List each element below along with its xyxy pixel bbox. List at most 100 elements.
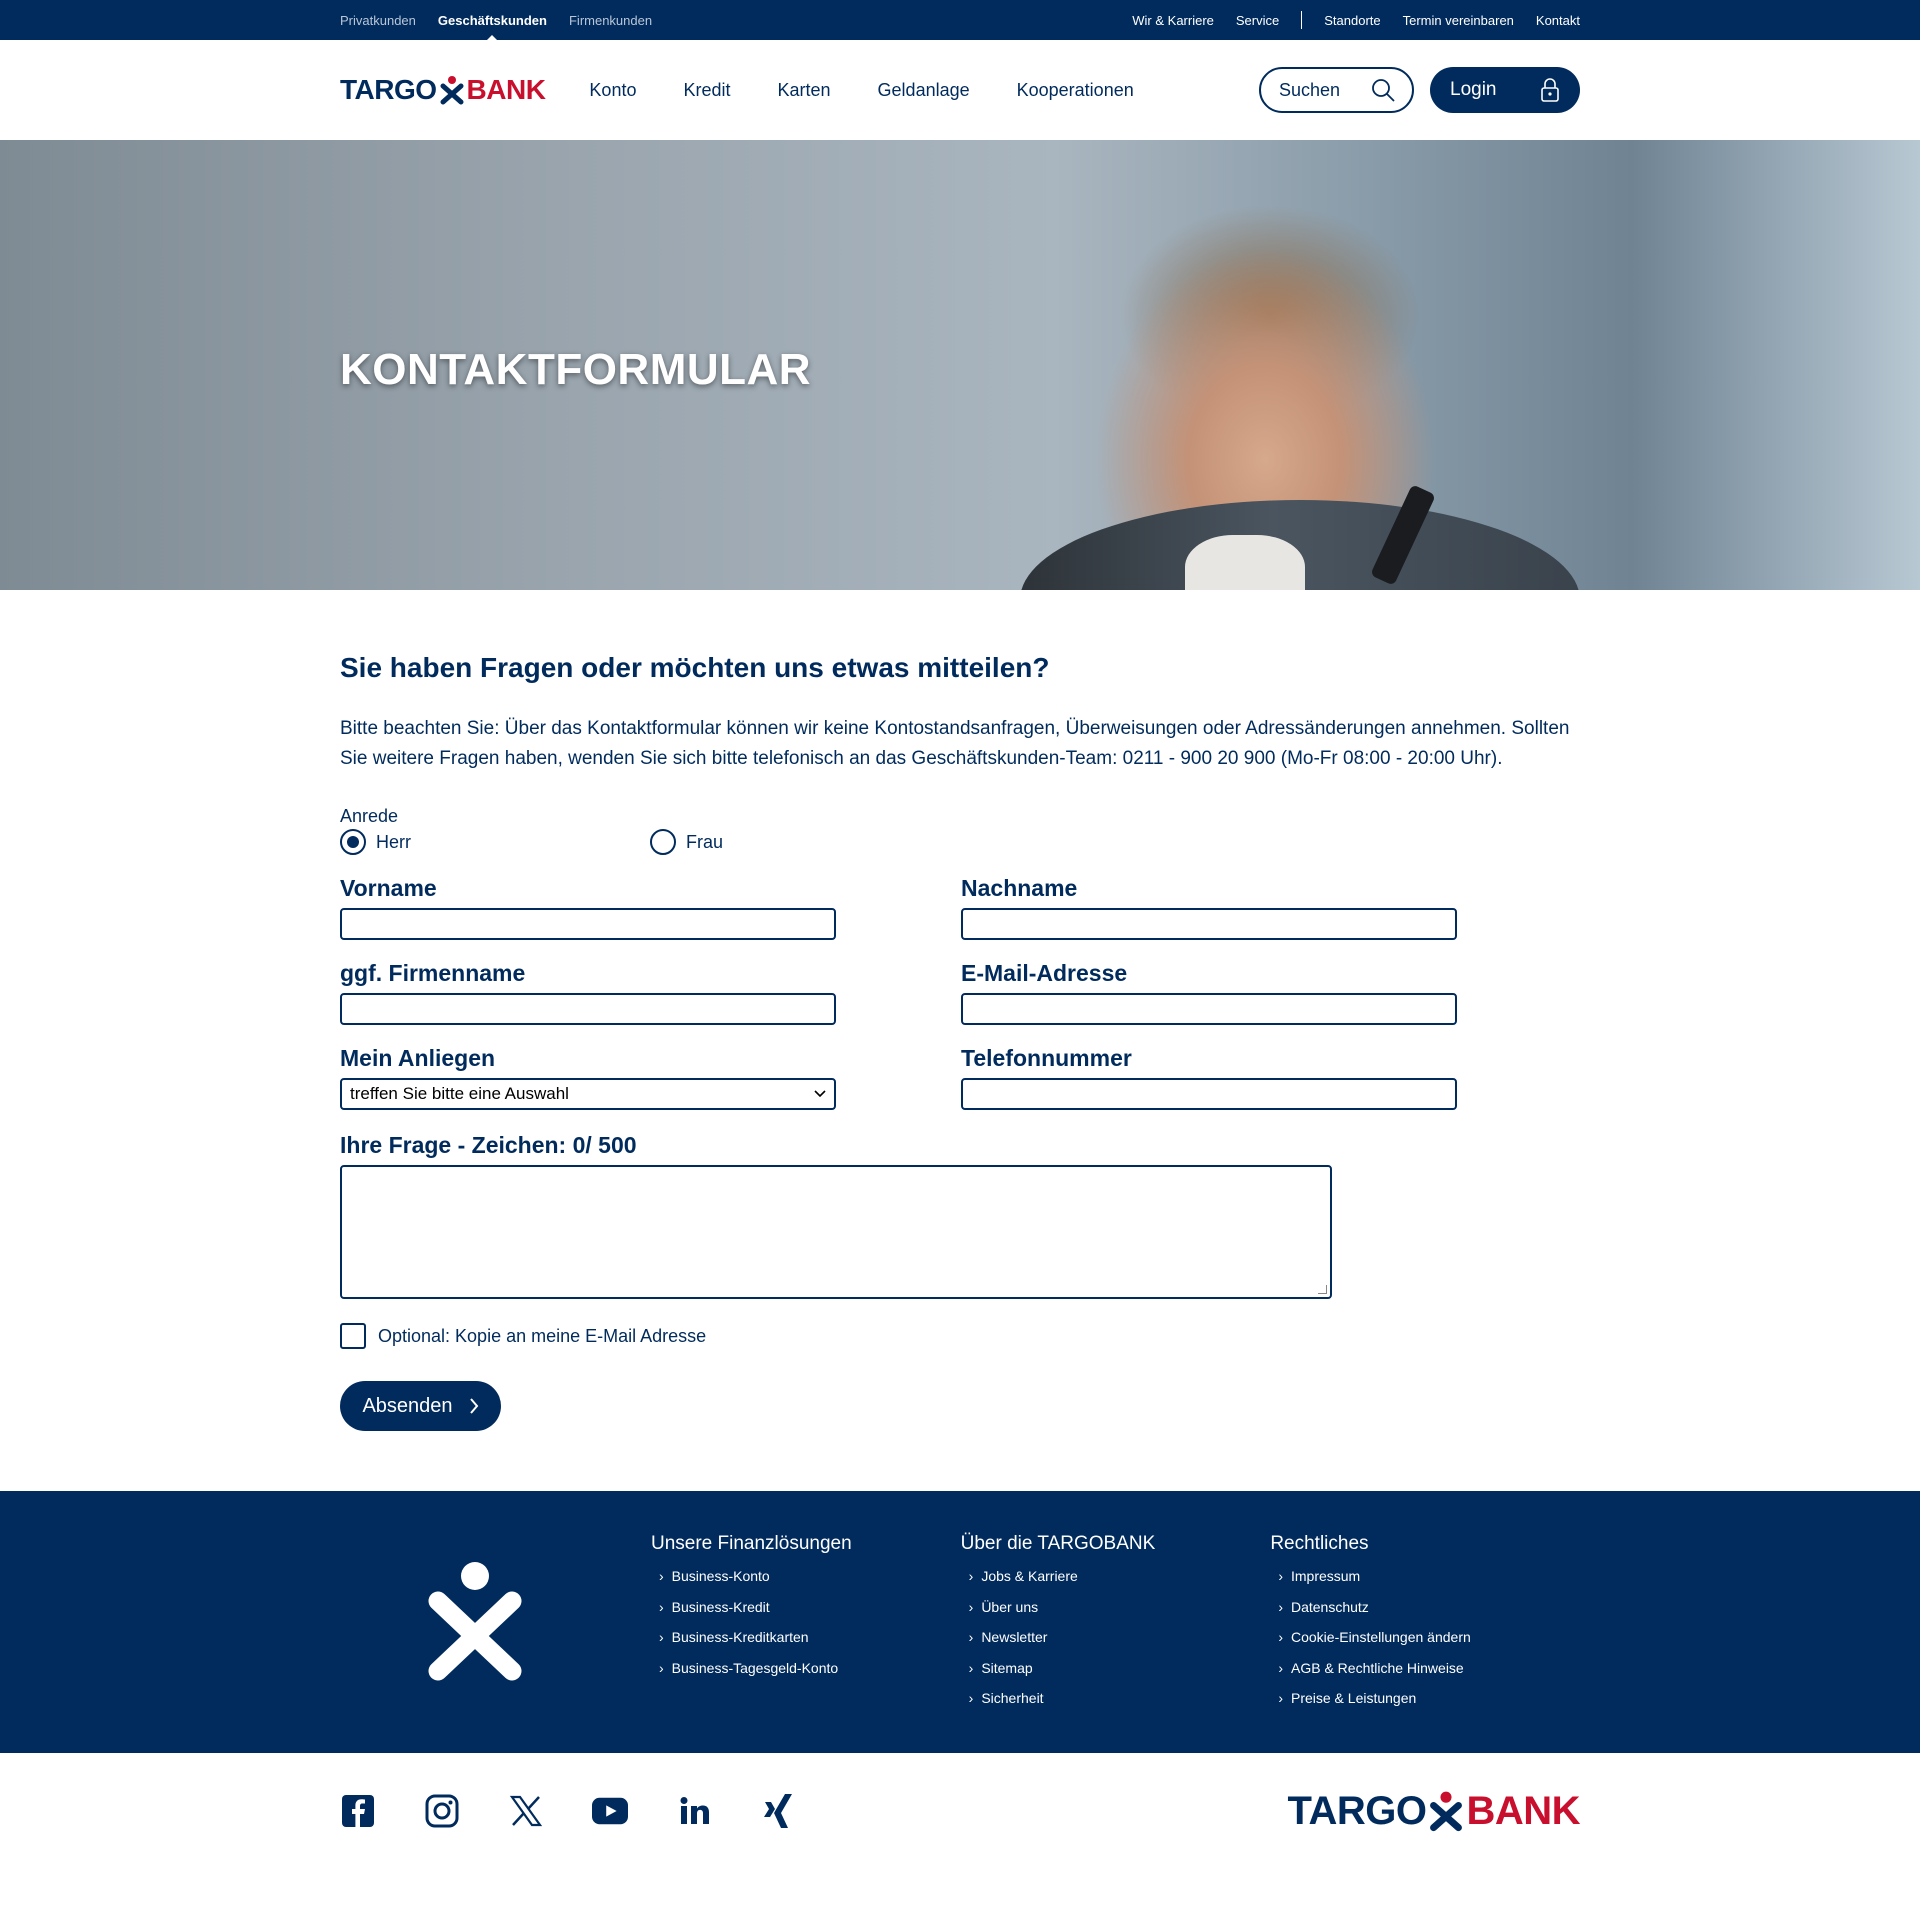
logo-text-bank: BANK — [466, 74, 546, 105]
chevron-right-icon: › — [968, 1629, 974, 1646]
footer-link-label: Business-Kreditkarten — [671, 1629, 809, 1646]
lock-icon — [1541, 78, 1559, 102]
logo-mark-icon — [1430, 1791, 1463, 1832]
chevron-right-icon: › — [968, 1598, 974, 1615]
footer-link[interactable]: › Sicherheit — [961, 1683, 1271, 1714]
footer-link[interactable]: › Datenschutz — [1270, 1592, 1580, 1623]
link-service[interactable]: Service — [1236, 13, 1279, 28]
footer-link-label: Über uns — [981, 1598, 1039, 1615]
hero-banner: KONTAKTFORMULAR — [0, 140, 1920, 590]
footer-link-label: Business-Kredit — [671, 1598, 770, 1615]
link-standorte[interactable]: Standorte — [1324, 13, 1380, 28]
footer-link[interactable]: › Preise & Leistungen — [1270, 1683, 1580, 1714]
nav-kooperationen[interactable]: Kooperationen — [1017, 80, 1134, 101]
radio-herr-label: Herr — [376, 831, 411, 852]
instagram-icon[interactable] — [424, 1793, 460, 1829]
login-button-label: Login — [1450, 79, 1497, 100]
search-button-label: Suchen — [1279, 79, 1341, 100]
top-bar: Privatkunden Geschäftskunden Firmenkunde… — [0, 0, 1920, 41]
footer-link[interactable]: › Business-Kreditkarten — [651, 1622, 961, 1653]
chevron-right-icon: › — [658, 1629, 664, 1646]
submit-button[interactable]: Absenden — [340, 1381, 501, 1431]
targobank-logo[interactable]: TARGO BANK — [340, 74, 546, 106]
footer-link[interactable]: › AGB & Rechtliche Hinweise — [1270, 1653, 1580, 1684]
linkedin-icon[interactable] — [676, 1793, 712, 1829]
footer-link[interactable]: › Cookie-Einstellungen ändern — [1270, 1622, 1580, 1653]
chevron-right-icon: › — [1278, 1568, 1283, 1585]
chevron-right-icon: › — [1278, 1629, 1283, 1646]
field-firma: ggf. Firmenname — [340, 960, 836, 1025]
footer-link-label: Datenschutz — [1290, 1598, 1369, 1615]
logo-text-bank: BANK — [1466, 1788, 1580, 1833]
copy-checkbox-row[interactable]: Optional: Kopie an meine E-Mail Adresse — [340, 1323, 1580, 1349]
footer-link-label: Jobs & Karriere — [981, 1568, 1078, 1585]
field-nachname: Nachname — [961, 875, 1457, 940]
footer-targobank-logo[interactable]: TARGO BANK — [1287, 1789, 1580, 1834]
footer-col-ueber: Über die TARGOBANK › Jobs & Karriere › Übe… — [961, 1491, 1271, 1753]
footer-link[interactable]: › Sitemap — [961, 1653, 1271, 1684]
nav-geldanlage[interactable]: Geldanlage — [878, 80, 970, 101]
login-button[interactable]: Login — [1430, 67, 1580, 113]
logo-mark-icon — [440, 76, 464, 105]
firma-input[interactable] — [340, 993, 836, 1025]
footer-link-label: Preise & Leistungen — [1290, 1690, 1417, 1707]
footer-link[interactable]: › Newsletter — [961, 1622, 1271, 1653]
main-header: TARGO BANK Konto Kredit Karten Geldanlag… — [0, 40, 1920, 140]
nav-karten[interactable]: Karten — [778, 80, 831, 101]
link-termin[interactable]: Termin vereinbaren — [1403, 13, 1514, 28]
email-input[interactable] — [961, 993, 1457, 1025]
chevron-right-icon: › — [1278, 1659, 1283, 1676]
radio-frau[interactable]: Frau — [650, 829, 960, 855]
footer-link[interactable]: › Business-Kredit — [651, 1592, 961, 1623]
customer-segment-nav: Privatkunden Geschäftskunden Firmenkunde… — [340, 13, 652, 41]
segment-firmenkunden[interactable]: Firmenkunden — [569, 13, 652, 28]
submit-button-label: Absenden — [362, 1394, 453, 1417]
segment-geschaeftskunden[interactable]: Geschäftskunden — [438, 13, 547, 41]
field-anliegen: Mein Anliegen treffen Sie bitte eine Aus… — [340, 1045, 836, 1110]
anrede-radio-group: Herr Frau — [340, 829, 1580, 855]
footer-link[interactable]: › Business-Tagesgeld-Konto — [651, 1653, 961, 1684]
chevron-right-icon: › — [1278, 1690, 1283, 1707]
footer-link[interactable]: › Impressum — [1270, 1561, 1580, 1592]
footer-link-label: Business-Tagesgeld-Konto — [671, 1659, 839, 1676]
footer-col-title: Unsere Finanzlösungen — [650, 1533, 852, 1554]
anliegen-select[interactable]: treffen Sie bitte eine Auswahl — [340, 1078, 836, 1110]
radio-herr[interactable]: Herr — [340, 829, 650, 855]
radio-frau-indicator[interactable] — [650, 829, 676, 855]
footer-link[interactable]: › Über uns — [961, 1592, 1271, 1623]
x-icon[interactable] — [508, 1793, 544, 1829]
meta-nav: Wir & Karriere Service Standorte Termin … — [1132, 11, 1580, 29]
frage-textarea[interactable] — [340, 1165, 1332, 1299]
facebook-icon[interactable] — [340, 1793, 376, 1829]
field-frage: Ihre Frage - Zeichen: 0/ 500 — [340, 1132, 1580, 1299]
form-heading: Sie haben Fragen oder möchten uns etwas … — [340, 652, 1050, 683]
link-kontakt[interactable]: Kontakt — [1536, 13, 1580, 28]
chevron-right-icon: › — [658, 1568, 664, 1585]
footer-link-label: Business-Konto — [671, 1568, 770, 1585]
nav-kredit[interactable]: Kredit — [683, 80, 730, 101]
footer-link-label: Impressum — [1290, 1568, 1361, 1585]
xing-icon[interactable] — [760, 1793, 796, 1829]
frage-label: Ihre Frage - Zeichen: 0/ 500 — [340, 1132, 637, 1158]
field-email: E-Mail-Adresse — [961, 960, 1457, 1025]
logo-text-targo: TARGO — [340, 74, 437, 105]
footer-link[interactable]: › Business-Konto — [651, 1561, 961, 1592]
radio-herr-indicator[interactable] — [340, 829, 366, 855]
footer-link-label: Cookie-Einstellungen ändern — [1290, 1629, 1471, 1646]
search-button[interactable]: Suchen — [1259, 67, 1414, 113]
footer-link[interactable]: › Jobs & Karriere — [961, 1561, 1271, 1592]
nav-konto[interactable]: Konto — [589, 80, 636, 101]
anliegen-selected-value: treffen Sie bitte eine Auswahl — [350, 1084, 569, 1103]
telefon-input[interactable] — [961, 1078, 1457, 1110]
vorname-input[interactable] — [340, 908, 836, 940]
footer-link-label: Newsletter — [981, 1629, 1048, 1646]
segment-privatkunden[interactable]: Privatkunden — [340, 13, 416, 28]
link-wir-karriere[interactable]: Wir & Karriere — [1132, 13, 1214, 28]
footer-col-finanzloesungen: Unsere Finanzlösungen › Business-Konto › B… — [651, 1491, 961, 1753]
nachname-input[interactable] — [961, 908, 1457, 940]
targo-mark-icon — [428, 1562, 522, 1681]
social-links — [340, 1793, 796, 1829]
copy-checkbox[interactable] — [340, 1323, 366, 1349]
youtube-icon[interactable] — [592, 1793, 628, 1829]
footer-link-label: Sicherheit — [981, 1690, 1044, 1707]
